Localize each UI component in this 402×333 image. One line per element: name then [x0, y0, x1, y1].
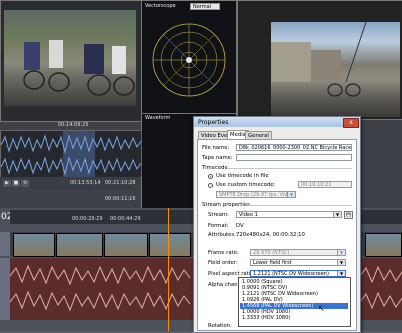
mouse-cursor-icon: ↖: [318, 304, 325, 313]
scope-mode-dropdown[interactable]: Normal: [190, 3, 220, 10]
divider: [228, 168, 352, 169]
use-custom-timecode-label: Use custom timecode:: [216, 182, 276, 188]
file-name-label: File name:: [202, 145, 230, 151]
tape-name-label: Tape name:: [202, 155, 233, 161]
trimmer-length-timecode: 00:00:11;16: [105, 196, 136, 202]
trimmer-start-timecode: 00:14:09:25: [58, 122, 89, 128]
trimmer-in-timecode: 00:13:53;14: [70, 180, 101, 186]
chevron-down-icon: ▼: [337, 250, 345, 255]
pixel-aspect-ratio-options: 1.0000 (Square) 0.9091 (NTSC DV) 1.2121 …: [238, 277, 351, 327]
vectorscope-title: Vectorscope: [145, 3, 176, 9]
chevron-down-icon: ▼: [337, 271, 345, 276]
timecode-format-value: SMPTE Drop (29.97 fps, Video): [219, 192, 296, 198]
chevron-down-icon: ▼: [287, 192, 295, 197]
trimmer-video-frame[interactable]: [4, 10, 136, 106]
timecode-format-dropdown[interactable]: SMPTE Drop (29.97 fps, Video) ▼: [216, 191, 296, 198]
custom-timecode-field[interactable]: 00:10:10;21: [298, 181, 352, 188]
timecode-section-label: Timecode: [202, 165, 228, 171]
play-icon[interactable]: ▶: [3, 180, 11, 187]
attributes-label: Attributes:: [208, 232, 236, 238]
video-clip[interactable]: [56, 233, 103, 257]
vectorscope-graph: [152, 23, 226, 97]
trimmer-audio-waveform[interactable]: [0, 130, 142, 178]
stream-dropdown[interactable]: Video 1 ▼: [236, 211, 342, 218]
dialog-title: Properties: [198, 119, 229, 126]
field-order-label: Field order:: [208, 260, 238, 266]
field-order-value: Lower field first: [253, 260, 292, 266]
video-clip[interactable]: [104, 233, 148, 257]
playhead[interactable]: [168, 208, 169, 331]
stream-label: Stream:: [208, 212, 229, 218]
pixel-aspect-ratio-dropdown[interactable]: 1.2121 (NTSC DV Widescreen) ▼: [250, 270, 346, 277]
street-scene-image: [271, 21, 367, 97]
chevron-down-icon: ▼: [337, 260, 345, 265]
rotation-label: Rotation:: [208, 323, 232, 329]
field-order-dropdown[interactable]: Lower field first ▼: [250, 259, 346, 266]
waveform-title: Waveform: [145, 115, 171, 121]
divider: [248, 205, 352, 206]
attributes-value: 720x480x24, 00:00:32;10: [236, 232, 305, 238]
frame-rate-value: 29.970 (NTSC): [253, 250, 290, 256]
video-clip[interactable]: [365, 233, 402, 257]
ruler-tick: 00:00:29:29: [72, 216, 103, 222]
stream-properties-label: Stream properties: [202, 202, 250, 208]
use-timecode-label: Use timecode in file: [216, 173, 269, 179]
use-custom-timecode-radio[interactable]: [208, 183, 213, 188]
ruler-tick: 00:00:44:29: [110, 216, 141, 222]
frame-rate-label: Frame rate:: [208, 250, 239, 256]
video-clip[interactable]: [13, 233, 55, 257]
chevron-down-icon: ▼: [333, 212, 341, 217]
frame-rate-dropdown[interactable]: 29.970 (NTSC) ▼: [250, 249, 346, 256]
trimmer-out-timecode: 00:21:10;28: [105, 180, 136, 186]
cyclists-image: [23, 40, 135, 96]
stop-icon[interactable]: ■: [12, 180, 20, 187]
format-label: Format:: [208, 223, 229, 229]
format-value: DV: [236, 223, 244, 229]
par-option[interactable]: 1.3333 (HDV 1080): [240, 315, 348, 321]
loop-icon[interactable]: ⟲: [21, 180, 29, 187]
file-name-field[interactable]: D8k_020616_0000-2300_02.NC Bicycle Race …: [236, 144, 352, 151]
preview-video-frame: [271, 21, 400, 117]
video-clip[interactable]: [149, 233, 191, 257]
stream-value: Video 1: [239, 212, 258, 218]
tape-name-field[interactable]: [236, 154, 352, 161]
use-timecode-radio[interactable]: [208, 174, 213, 179]
close-button[interactable]: x: [343, 118, 359, 128]
audio-waveform-graphic: [0, 131, 142, 177]
save-icon[interactable]: 💾: [344, 211, 353, 219]
